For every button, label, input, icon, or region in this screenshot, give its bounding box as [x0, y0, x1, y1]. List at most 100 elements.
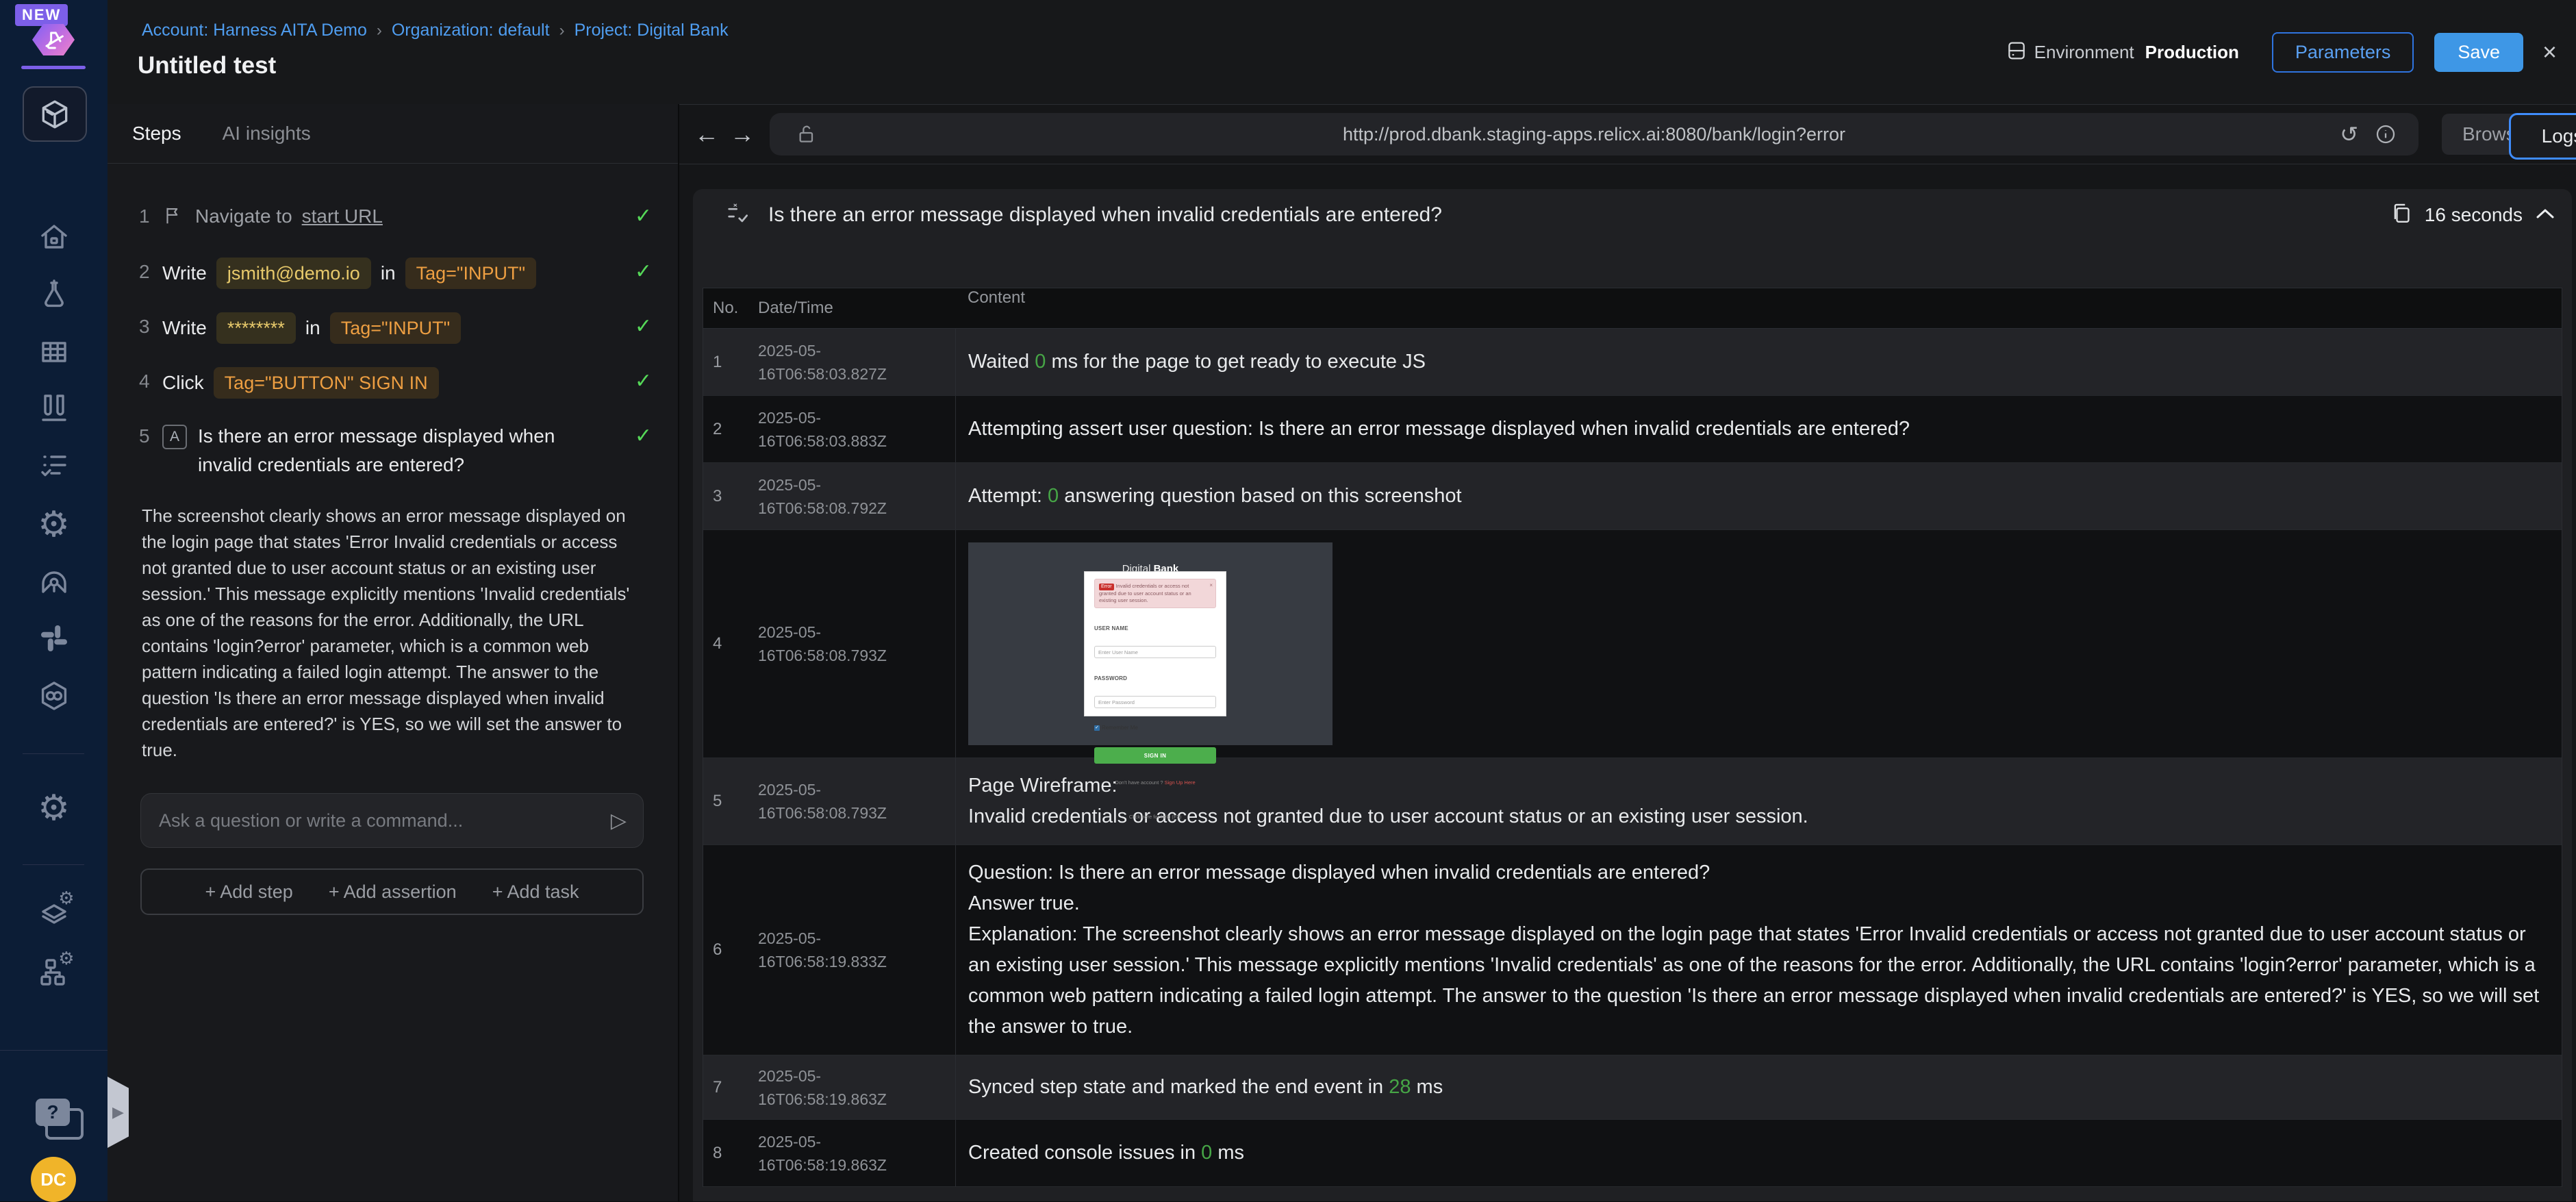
step-conjunction: in	[305, 317, 320, 338]
step-action: Navigate to	[195, 205, 292, 227]
log-row-content: Waited 0 ms for the page to get ready to…	[955, 329, 2562, 395]
step-success-check-icon: ✓	[634, 205, 652, 227]
log-row-content: Attempting assert user question: Is ther…	[955, 396, 2562, 462]
user-avatar[interactable]: DC	[31, 1157, 76, 1202]
step-success-check-icon: ✓	[634, 315, 652, 338]
sidebar-item-harness[interactable]	[0, 679, 108, 712]
step-action: Write	[162, 317, 207, 338]
log-row-datetime: 2025-05- 16T06:58:03.883Z	[758, 408, 887, 450]
column-no: No.	[713, 299, 739, 317]
start-url-link[interactable]: start URL	[302, 202, 383, 231]
sidebar-item-integrations[interactable]	[0, 622, 108, 655]
command-input-box: ▷	[140, 793, 644, 848]
checklist-icon	[40, 455, 66, 477]
assertion-badge: A	[162, 425, 187, 449]
step-row-3[interactable]: 3 Write ******** in Tag="INPUT" ✓	[108, 312, 678, 344]
command-input[interactable]	[157, 809, 611, 832]
sidebar-item-agents[interactable]	[0, 564, 108, 597]
breadcrumb: Account: Harness AITA Demo › Organizatio…	[142, 21, 729, 40]
step-row-4[interactable]: 4 Click Tag="BUTTON" SIGN IN ✓	[108, 367, 678, 399]
rail-divider	[23, 864, 84, 865]
tab-ai-insights[interactable]: AI insights	[223, 123, 311, 145]
sidebar-item-org-structure[interactable]: ⚙	[0, 948, 108, 993]
log-row-datetime: 2025-05- 16T06:58:08.793Z	[758, 781, 887, 822]
browser-panel: ← → http://prod.dbank.staging-apps.relic…	[679, 104, 2576, 1201]
tab-steps[interactable]: Steps	[132, 123, 181, 145]
sidebar-item-layers[interactable]: ⚙	[0, 888, 108, 933]
log-table-header: No. Date/Time Content	[703, 288, 2562, 329]
step-number: 4	[139, 371, 150, 392]
steps-panel: Steps AI insights 1 Navigate to start UR…	[108, 104, 679, 1201]
test-tubes-icon	[41, 395, 66, 421]
step-row-1[interactable]: 1 Navigate to start URL ✓	[108, 202, 678, 234]
add-assertion-button[interactable]: + Add assertion	[329, 881, 457, 903]
step-selector-chip: Tag="INPUT"	[405, 258, 537, 289]
sidebar-item-grid[interactable]	[0, 336, 108, 368]
assertion-question-text: Is there an error message displayed when…	[768, 203, 1442, 226]
aita-logo-icon[interactable]	[32, 23, 75, 56]
sidebar-item-project-settings[interactable]: ⚙	[0, 789, 108, 827]
mini-username-input: Enter User Name	[1094, 646, 1216, 658]
logs-button[interactable]: Logs	[2509, 113, 2576, 160]
column-datetime: Date/Time	[758, 299, 833, 317]
sidebar-item-checklist[interactable]	[0, 449, 108, 482]
browser-nav-bar: ← → http://prod.dbank.staging-apps.relic…	[679, 105, 2576, 164]
forward-arrow-icon[interactable]: →	[724, 120, 760, 149]
sidebar-item-test-tubes[interactable]	[0, 390, 108, 426]
sidebar-item-lab[interactable]	[0, 278, 108, 311]
back-arrow-icon[interactable]: ←	[689, 120, 724, 149]
screenshot-thumbnail[interactable]: Digital Bank Error Invalid credentials or…	[968, 542, 1333, 820]
close-icon[interactable]: ×	[2542, 40, 2557, 64]
assertion-result-header[interactable]: Is there an error message displayed when…	[693, 189, 2572, 241]
add-task-button[interactable]: + Add task	[492, 881, 579, 903]
environment-value[interactable]: Production	[2145, 42, 2239, 63]
breadcrumb-project[interactable]: Project: Digital Bank	[574, 21, 729, 40]
sidebar-item-test-studio[interactable]	[23, 86, 87, 142]
parameters-button[interactable]: Parameters	[2271, 32, 2414, 73]
log-row-datetime: 2025-05- 16T06:58:08.793Z	[758, 623, 887, 664]
sidebar-item-home[interactable]	[0, 221, 108, 253]
agent-icon	[41, 571, 66, 593]
mini-error-banner: Error Invalid credentials or access not g…	[1094, 579, 1216, 608]
add-actions-bar: + Add step + Add assertion + Add task	[140, 868, 644, 915]
chevron-up-icon[interactable]	[2535, 207, 2555, 224]
step-number: 5	[139, 425, 150, 447]
step-value-chip: jsmith@demo.io	[216, 258, 371, 289]
table-row: 3 2025-05- 16T06:58:08.792Z Attempt: 0 answ…	[703, 463, 2562, 530]
step-success-check-icon: ✓	[634, 425, 652, 447]
rail-bottom-section: ? DC	[0, 1050, 108, 1202]
step-action: Click	[162, 372, 204, 393]
url-bar[interactable]: http://prod.dbank.staging-apps.relicx.ai…	[770, 113, 2419, 155]
gear-icon: ⚙	[38, 788, 70, 828]
step-number: 1	[139, 205, 150, 227]
add-step-button[interactable]: + Add step	[205, 881, 292, 903]
info-icon[interactable]	[2375, 123, 2397, 149]
save-button[interactable]: Save	[2434, 32, 2523, 72]
grid-icon	[41, 342, 66, 362]
sidebar-item-settings[interactable]: ⚙	[0, 505, 108, 544]
send-icon[interactable]: ▷	[611, 809, 627, 833]
breadcrumb-account[interactable]: Account: Harness AITA Demo	[142, 21, 367, 40]
table-row: 5 2025-05- 16T06:58:08.793Z Page Wireframe:…	[703, 758, 2562, 845]
page-title: Untitled test	[138, 52, 277, 79]
step-selector-chip: Tag="BUTTON" SIGN IN	[213, 367, 439, 399]
step-action: Write	[162, 262, 207, 284]
steps-list: 1 Navigate to start URL ✓ 2 Write jsmith…	[108, 202, 678, 479]
gear-icon: ⚙	[38, 505, 70, 544]
mini-help-link: Click here for help (F3)	[1128, 814, 1182, 820]
copy-icon[interactable]	[2390, 202, 2412, 229]
step-row-5[interactable]: 5 A Is there an error message displayed …	[108, 422, 678, 479]
step-row-2[interactable]: 2 Write jsmith@demo.io in Tag="INPUT" ✓	[108, 258, 678, 289]
step-conjunction: in	[380, 262, 396, 284]
environment-icon	[2006, 40, 2028, 65]
help-area[interactable]: ? DC	[0, 1051, 108, 1202]
help-chat-icon: ?	[36, 1099, 70, 1127]
refresh-icon[interactable]: ↺	[2340, 121, 2358, 147]
mini-checkbox: ✓	[1094, 725, 1100, 731]
left-nav-rail: NEW ⚙ ⚙ ⚙ ⚙ ? DC	[0, 0, 108, 1202]
breadcrumb-organization[interactable]: Organization: default	[392, 21, 550, 40]
table-row: 6 2025-05- 16T06:58:19.833Z Question: Is th…	[703, 845, 2562, 1055]
step-success-check-icon: ✓	[634, 370, 652, 392]
panel-expand-handle[interactable]: ▶	[108, 1077, 129, 1148]
slack-icon	[40, 625, 67, 651]
